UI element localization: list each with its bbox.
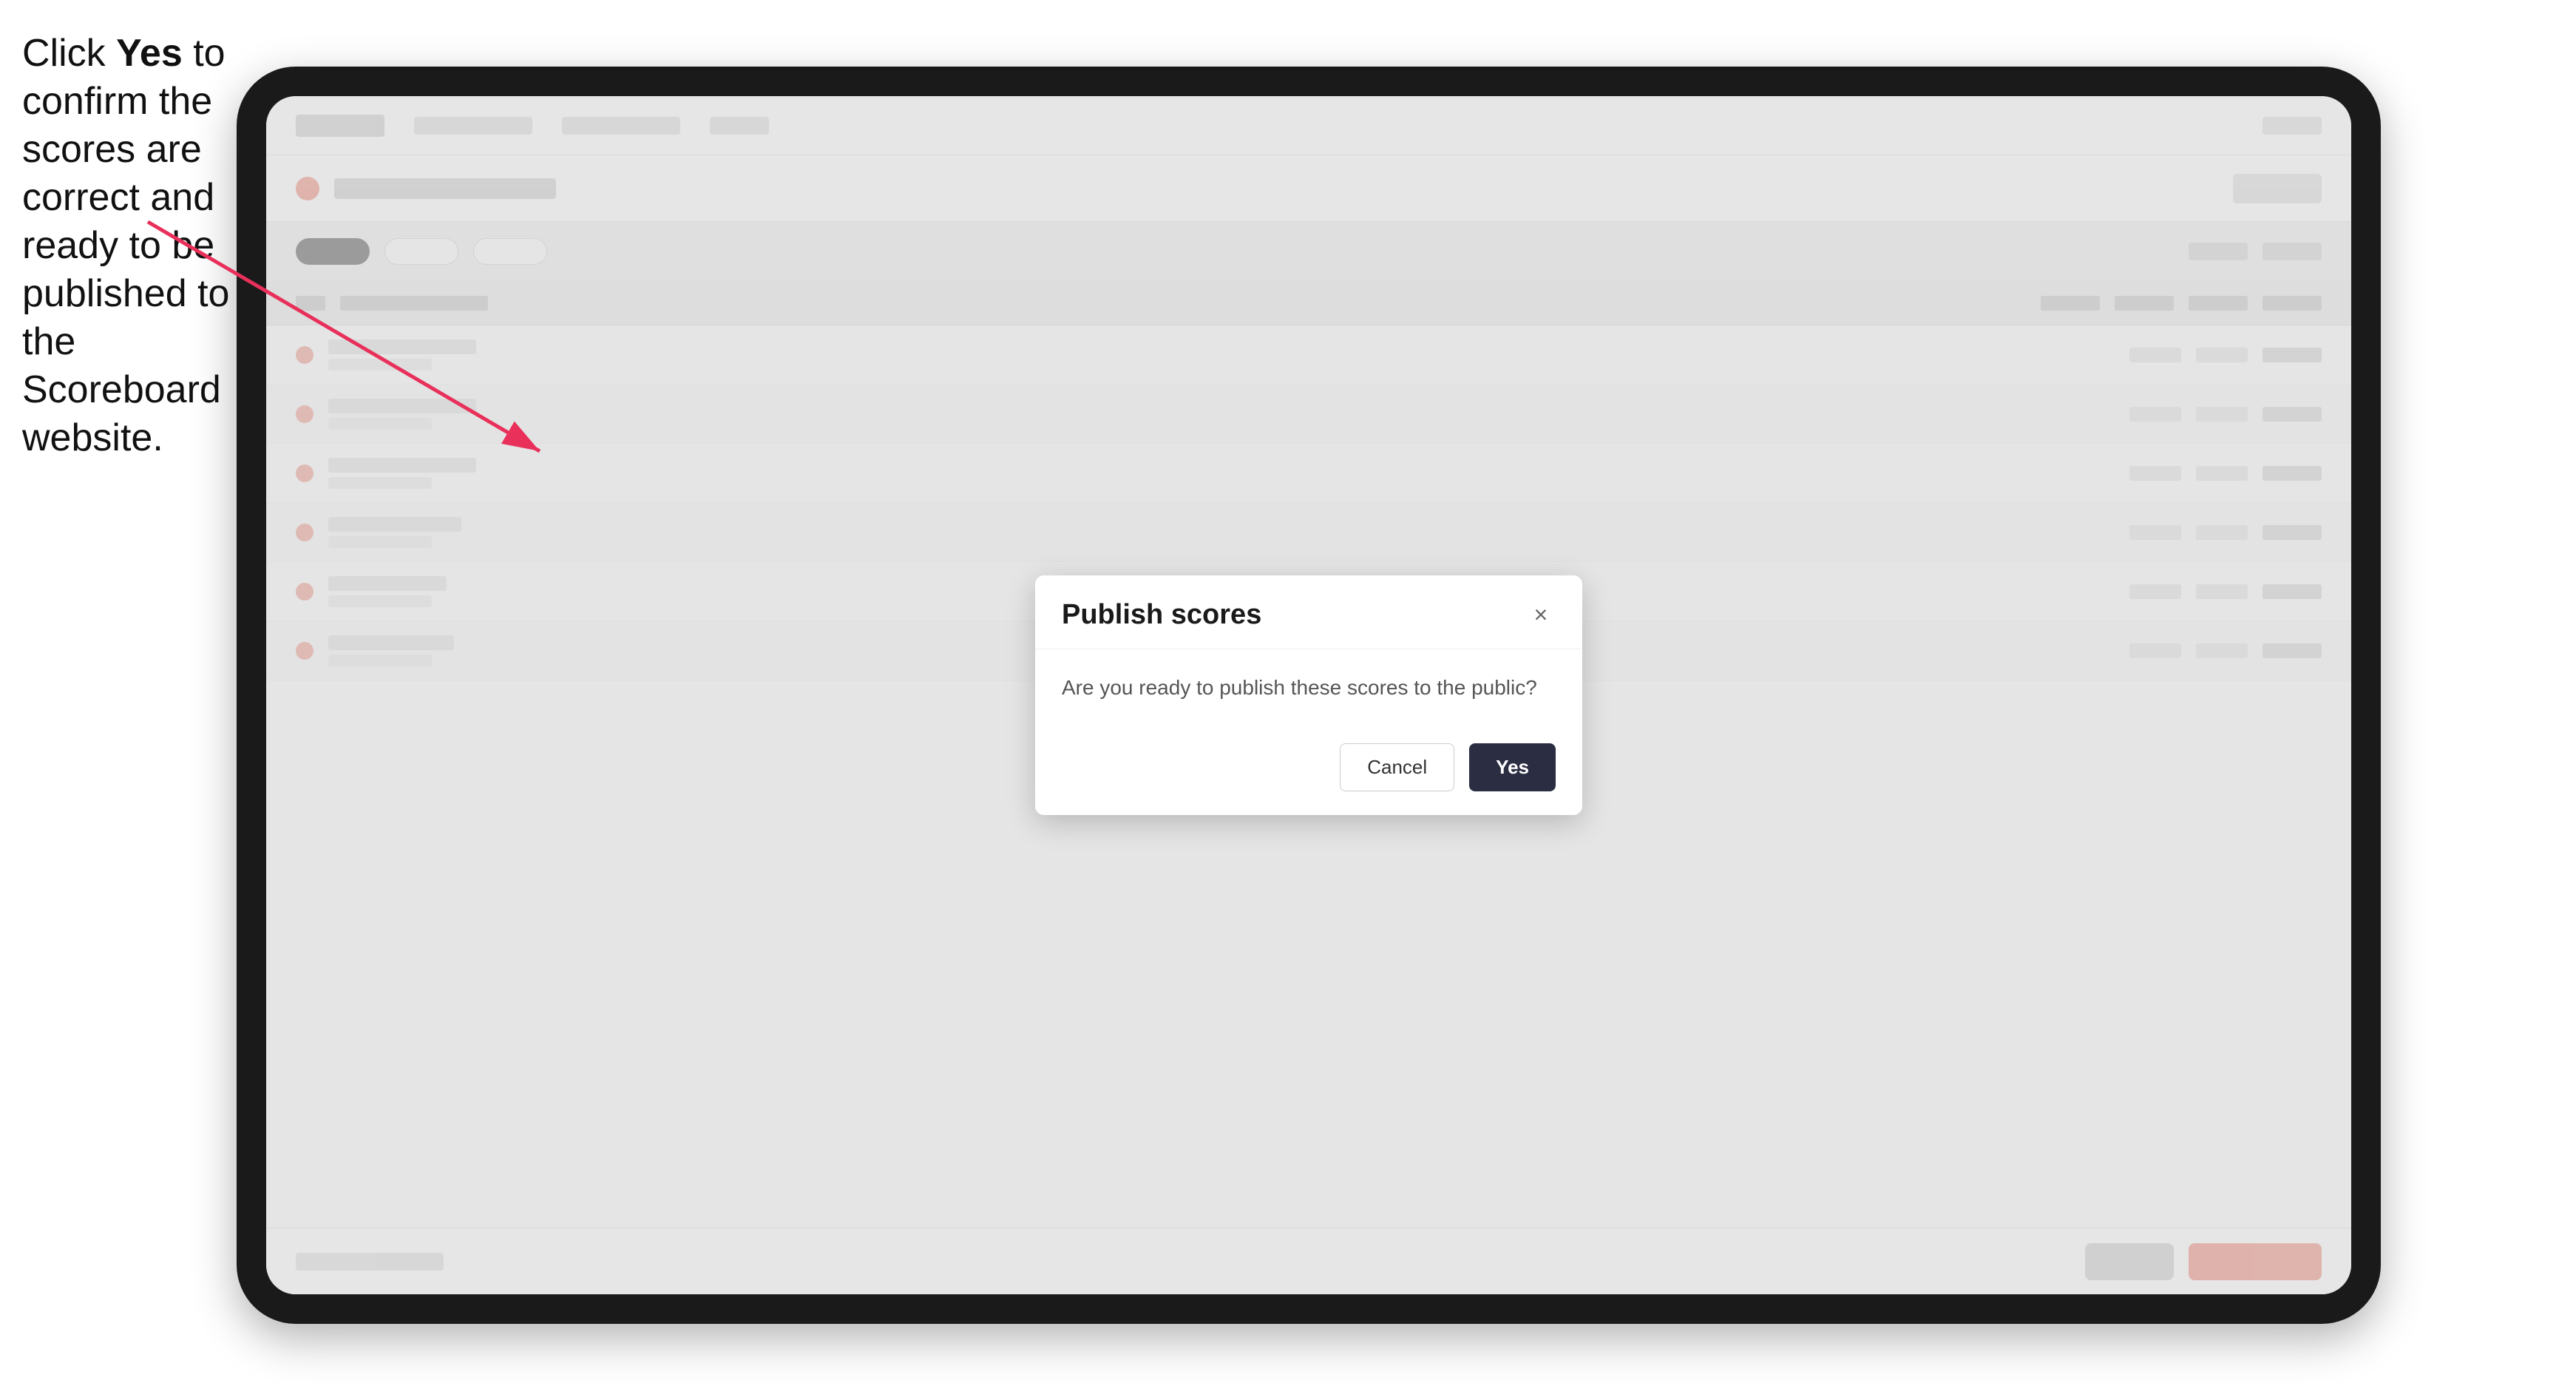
- modal-close-button[interactable]: ×: [1526, 600, 1556, 629]
- instruction-text: Click Yes to confirm the scores are corr…: [22, 30, 237, 462]
- modal-message: Are you ready to publish these scores to…: [1062, 673, 1556, 702]
- modal-header: Publish scores ×: [1035, 575, 1582, 649]
- modal-footer: Cancel Yes: [1035, 726, 1582, 815]
- tablet-frame: Publish scores × Are you ready to publis…: [237, 67, 2381, 1324]
- instruction-bold: Yes: [116, 32, 183, 75]
- instruction-prefix: Click: [22, 32, 116, 75]
- cancel-button[interactable]: Cancel: [1340, 743, 1454, 791]
- modal-overlay: Publish scores × Are you ready to publis…: [266, 96, 2351, 1294]
- yes-button[interactable]: Yes: [1469, 743, 1556, 791]
- tablet-screen: Publish scores × Are you ready to publis…: [266, 96, 2351, 1294]
- modal-body: Are you ready to publish these scores to…: [1035, 649, 1582, 726]
- instruction-suffix: to confirm the scores are correct and re…: [22, 32, 229, 459]
- modal-dialog: Publish scores × Are you ready to publis…: [1035, 575, 1582, 815]
- modal-title: Publish scores: [1062, 599, 1261, 631]
